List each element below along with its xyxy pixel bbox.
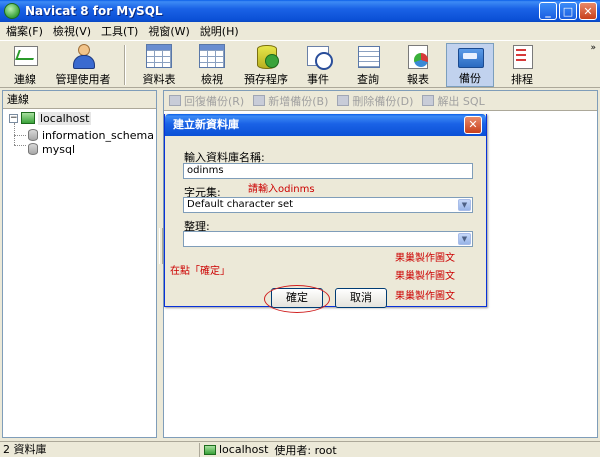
delete-backup-button[interactable]: 刪除備份(D) (337, 93, 413, 109)
toolbar-views-button[interactable]: 檢視 (190, 43, 234, 87)
connection-panel: 連線 − localhost information_schema mysql (2, 90, 157, 438)
tree-label: information_schema (42, 128, 154, 142)
toolbar-schedule-button[interactable]: 排程 (500, 43, 544, 87)
toolbar-label: 資料表 (142, 73, 176, 86)
annotation-click-ok: 在點「確定」 (170, 266, 230, 277)
connection-panel-title: 連線 (3, 91, 156, 109)
status-connection: localhost 使用者: root (200, 442, 337, 457)
server-icon (21, 112, 35, 124)
toolbar-label: 連線 (14, 73, 36, 86)
collapse-icon[interactable]: − (9, 113, 18, 123)
toolbar-tables-button[interactable]: 資料表 (137, 43, 181, 87)
view-icon (199, 44, 225, 68)
title-bar: Navicat 8 for MySQL _ □ ✕ (0, 0, 600, 22)
menu-tools[interactable]: 工具(T) (95, 23, 142, 39)
extract-sql-icon (422, 95, 435, 106)
status-bar: 2 資料庫 localhost 使用者: root (0, 441, 600, 457)
toolbar-reports-button[interactable]: 報表 (398, 43, 438, 87)
status-user: 使用者: root (274, 443, 337, 457)
charset-select[interactable]: Default character set ▼ (183, 197, 473, 213)
tree-line (14, 123, 15, 145)
server-icon (204, 444, 216, 455)
menu-bar: 檔案(F) 檢視(V) 工具(T) 視窗(W) 說明(H) (0, 22, 600, 40)
button-label: 回復備份(R) (184, 94, 245, 108)
toolbar-label: 排程 (511, 73, 533, 86)
toolbar-label: 查詢 (357, 73, 379, 86)
tree-item-mysql[interactable]: mysql (28, 142, 75, 156)
dialog-title-bar: 建立新資料庫 ✕ (165, 114, 486, 136)
tree-label: mysql (42, 142, 75, 156)
database-icon (28, 129, 38, 141)
tree-label: localhost (38, 111, 92, 125)
window-title: Navicat 8 for MySQL (25, 4, 163, 18)
schedule-icon (509, 44, 535, 69)
highlight-ellipse (264, 285, 330, 313)
toolbar-events-button[interactable]: 事件 (298, 43, 338, 87)
status-database-count: 2 資料庫 (0, 442, 200, 457)
toolbar-label: 備份 (459, 72, 481, 85)
collation-select[interactable]: ▼ (183, 231, 473, 247)
database-icon (28, 143, 38, 155)
table-icon (146, 44, 172, 68)
tree-line (14, 145, 26, 146)
minimize-button[interactable]: _ (539, 2, 557, 20)
maximize-button[interactable]: □ (559, 2, 577, 20)
new-backup-button[interactable]: 新增備份(B) (253, 93, 328, 109)
button-label: 新增備份(B) (268, 94, 329, 108)
dialog-title: 建立新資料庫 (173, 118, 239, 131)
menu-window[interactable]: 視窗(W) (142, 23, 193, 39)
toolbar-connection-button[interactable]: 連線 (4, 43, 46, 87)
user-icon (70, 44, 96, 69)
toolbar-separator (124, 45, 126, 85)
dialog-close-button[interactable]: ✕ (464, 116, 482, 134)
toolbar-label: 預存程序 (244, 73, 288, 86)
extract-sql-button[interactable]: 解出 SQL (422, 93, 485, 109)
button-label: 解出 SQL (437, 94, 485, 108)
tree-item-information-schema[interactable]: information_schema (28, 128, 154, 142)
toolbar-overflow-button[interactable]: » (590, 43, 596, 53)
annotation-enter-name: 請輸入odinms (248, 184, 315, 195)
toolbar-label: 管理使用者 (55, 73, 111, 86)
chevron-down-icon[interactable]: ▼ (458, 199, 471, 211)
backup-icon (457, 45, 484, 68)
app-icon (4, 3, 20, 19)
toolbar-stored-procedures-button[interactable]: 預存程序 (240, 43, 292, 87)
restore-icon (169, 95, 181, 106)
stored-procedure-icon (253, 44, 279, 69)
new-backup-icon (253, 95, 266, 106)
toolbar-backup-button[interactable]: 備份 (446, 43, 494, 87)
connection-icon (12, 44, 38, 68)
restore-backup-button[interactable]: 回復備份(R) (169, 93, 244, 109)
menu-help[interactable]: 說明(H) (194, 23, 243, 39)
delete-icon (337, 95, 350, 106)
tree-item-localhost[interactable]: − localhost (9, 111, 92, 125)
menu-file[interactable]: 檔案(F) (0, 23, 47, 39)
cancel-button[interactable]: 取消 (335, 288, 387, 308)
watermark-text: 果巢製作圖文 (395, 291, 455, 302)
main-toolbar: 連線 管理使用者 資料表 檢視 預存程序 事件 查詢 報表 備份 排程 » (0, 40, 600, 88)
backup-toolbar: 回復備份(R) 新增備份(B) 刪除備份(D) 解出 SQL (164, 91, 597, 111)
query-icon (355, 44, 381, 68)
toolbar-label: 檢視 (201, 73, 223, 86)
chevron-down-icon[interactable]: ▼ (458, 233, 471, 245)
close-button[interactable]: ✕ (579, 2, 597, 20)
toolbar-label: 報表 (407, 73, 429, 86)
menu-view[interactable]: 檢視(V) (47, 23, 95, 39)
database-name-input[interactable]: odinms (183, 163, 473, 179)
button-label: 刪除備份(D) (352, 94, 414, 108)
watermark-text: 果巢製作圖文 (395, 271, 455, 282)
toolbar-queries-button[interactable]: 查詢 (348, 43, 388, 87)
toolbar-manage-users-button[interactable]: 管理使用者 (52, 43, 114, 87)
status-server: localhost (219, 443, 269, 456)
watermark-text: 果巢製作圖文 (395, 253, 455, 264)
charset-value: Default character set (187, 199, 294, 210)
toolbar-label: 事件 (307, 73, 329, 86)
report-icon (405, 44, 431, 69)
tree-line (14, 135, 26, 136)
event-icon (305, 44, 333, 70)
